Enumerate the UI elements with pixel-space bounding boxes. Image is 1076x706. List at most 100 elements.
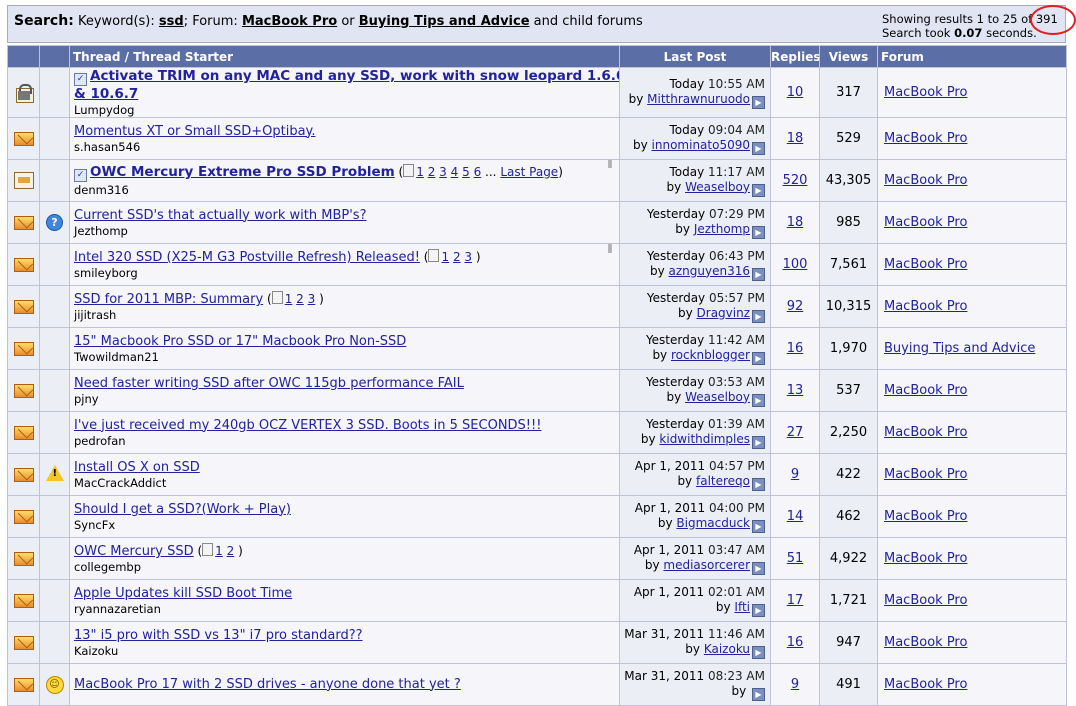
keyword-link[interactable]: ssd: [159, 14, 184, 29]
go-to-last-post-icon[interactable]: ▶: [752, 267, 765, 281]
thread-title-link[interactable]: SSD for 2011 MBP: Summary: [74, 292, 263, 307]
forum-link[interactable]: MacBook Pro: [884, 425, 967, 440]
replies-link[interactable]: 10: [787, 85, 804, 100]
forum-link[interactable]: Buying Tips and Advice: [884, 341, 1035, 356]
page-link[interactable]: 2: [453, 250, 461, 264]
page-link[interactable]: 3: [464, 250, 472, 264]
replies-link[interactable]: 27: [787, 425, 804, 440]
page-link[interactable]: 2: [428, 165, 436, 179]
page-link[interactable]: 2: [296, 292, 304, 306]
go-to-last-post-icon[interactable]: ▶: [752, 477, 765, 491]
replies-link[interactable]: 13: [787, 383, 804, 398]
replies-link[interactable]: 16: [787, 341, 804, 356]
forum-link[interactable]: MacBook Pro: [884, 551, 967, 566]
forum-link[interactable]: MacBook Pro: [884, 173, 967, 188]
forum-link[interactable]: MacBook Pro: [884, 85, 967, 100]
forum-link[interactable]: MacBook Pro: [884, 215, 967, 230]
replies-link[interactable]: 9: [791, 467, 799, 482]
forum-column-header[interactable]: Forum: [877, 45, 1067, 68]
go-to-last-post-icon[interactable]: ▶: [752, 183, 765, 197]
last-page-link[interactable]: Last Page: [500, 165, 558, 179]
forum-link[interactable]: MacBook Pro: [884, 509, 967, 524]
last-poster-link[interactable]: Weaselboy: [685, 390, 750, 404]
go-to-last-post-icon[interactable]: ▶: [752, 645, 765, 659]
go-to-last-post-icon[interactable]: ▶: [752, 309, 765, 323]
thread-title-link[interactable]: I've just received my 240gb OCZ VERTEX 3…: [74, 418, 541, 433]
last-poster-link[interactable]: Mitthrawnuruodo: [647, 92, 750, 106]
go-to-last-post-icon[interactable]: ▶: [752, 95, 765, 109]
last-post-column-header[interactable]: Last Post: [619, 45, 771, 68]
thread-column-header[interactable]: Thread / Thread Starter: [69, 45, 620, 68]
last-poster-link[interactable]: rocknblogger: [671, 348, 750, 362]
replies-link[interactable]: 92: [787, 299, 804, 314]
last-poster-link[interactable]: Kaizoku: [704, 642, 750, 656]
page-link[interactable]: 2: [227, 544, 235, 558]
thread-title-link[interactable]: 13" i5 pro with SSD vs 13" i7 pro standa…: [74, 628, 363, 643]
views-column-header[interactable]: Views: [819, 45, 878, 68]
go-to-last-post-icon[interactable]: ▶: [752, 435, 765, 449]
last-poster-link[interactable]: Weaselboy: [685, 180, 750, 194]
forum-link[interactable]: MacBook Pro: [884, 467, 967, 482]
page-link[interactable]: 5: [462, 165, 470, 179]
page-link[interactable]: 1: [285, 292, 293, 306]
last-poster-link[interactable]: aznguyen316: [669, 264, 750, 278]
forum-link[interactable]: MacBook Pro: [884, 131, 967, 146]
forum-link[interactable]: MacBook Pro: [884, 299, 967, 314]
go-to-last-post-icon[interactable]: ▶: [752, 141, 765, 155]
thread-title-link[interactable]: Momentus XT or Small SSD+Optibay.: [74, 124, 316, 139]
thread-title-link[interactable]: 15" Macbook Pro SSD or 17" Macbook Pro N…: [74, 334, 406, 349]
replies-link[interactable]: 18: [787, 131, 804, 146]
forum-link-buying-tips[interactable]: Buying Tips and Advice: [359, 14, 530, 29]
replies-link[interactable]: 18: [787, 215, 804, 230]
forum-link[interactable]: MacBook Pro: [884, 383, 967, 398]
thread-title-link[interactable]: Install OS X on SSD: [74, 460, 200, 475]
replies-link[interactable]: 9: [791, 677, 799, 692]
page-link[interactable]: 3: [439, 165, 447, 179]
thread-title-link-continued[interactable]: & 10.6.7: [74, 86, 138, 102]
replies-link[interactable]: 51: [787, 551, 804, 566]
replies-link[interactable]: 17: [787, 593, 804, 608]
last-poster-link[interactable]: mediasorcerer: [663, 558, 750, 572]
replies-link[interactable]: 100: [783, 257, 808, 272]
page-link[interactable]: 1: [215, 544, 223, 558]
last-poster-link[interactable]: Ifti: [734, 600, 750, 614]
thread-title-link[interactable]: Intel 320 SSD (X25-M G3 Postville Refres…: [74, 250, 420, 265]
go-to-last-post-icon[interactable]: ▶: [752, 225, 765, 239]
go-to-last-post-icon[interactable]: ▶: [752, 519, 765, 533]
replies-link[interactable]: 14: [787, 509, 804, 524]
go-to-last-post-icon[interactable]: ▶: [752, 351, 765, 365]
thread-title-link[interactable]: Current SSD's that actually work with MB…: [74, 208, 366, 223]
last-poster-link[interactable]: innominato5090: [652, 138, 750, 152]
go-to-last-post-icon[interactable]: ▶: [752, 687, 765, 701]
go-to-last-post-icon[interactable]: ▶: [752, 561, 765, 575]
last-poster-link[interactable]: faltereqo: [696, 474, 750, 488]
forum-link[interactable]: MacBook Pro: [884, 593, 967, 608]
thread-title-link[interactable]: MacBook Pro 17 with 2 SSD drives - anyon…: [74, 677, 461, 692]
page-link[interactable]: 6: [474, 165, 482, 179]
thread-title-link[interactable]: OWC Mercury Extreme Pro SSD Problem: [90, 164, 395, 180]
last-poster-link[interactable]: Jezthomp: [694, 222, 750, 236]
page-link[interactable]: 1: [416, 165, 424, 179]
replies-cell: 16: [770, 621, 820, 664]
forum-link[interactable]: MacBook Pro: [884, 677, 967, 692]
thread-title-link[interactable]: Need faster writing SSD after OWC 115gb …: [74, 376, 464, 391]
last-poster-link[interactable]: Bigmacduck: [676, 516, 750, 530]
thread-title-link[interactable]: Should I get a SSD?(Work + Play): [74, 502, 291, 517]
forum-link[interactable]: MacBook Pro: [884, 635, 967, 650]
replies-link[interactable]: 16: [787, 635, 804, 650]
thread-title-link[interactable]: Activate TRIM on any MAC and any SSD, wo…: [90, 69, 619, 85]
forum-link-macbook-pro[interactable]: MacBook Pro: [242, 14, 337, 29]
go-to-last-post-icon[interactable]: ▶: [752, 393, 765, 407]
go-to-last-post-icon[interactable]: ▶: [752, 603, 765, 617]
last-post-by-line: by Weaselboy ▶: [621, 390, 765, 407]
page-link[interactable]: 1: [441, 250, 449, 264]
thread-title-link[interactable]: Apple Updates kill SSD Boot Time: [74, 586, 292, 601]
forum-link[interactable]: MacBook Pro: [884, 257, 967, 272]
replies-column-header[interactable]: Replies: [770, 45, 820, 68]
replies-link[interactable]: 520: [783, 173, 808, 188]
thread-title-link[interactable]: OWC Mercury SSD: [74, 544, 194, 559]
page-link[interactable]: 3: [308, 292, 316, 306]
last-poster-link[interactable]: Dragvinz: [697, 306, 750, 320]
last-poster-link[interactable]: kidwithdimples: [659, 432, 750, 446]
page-link[interactable]: 4: [451, 165, 459, 179]
